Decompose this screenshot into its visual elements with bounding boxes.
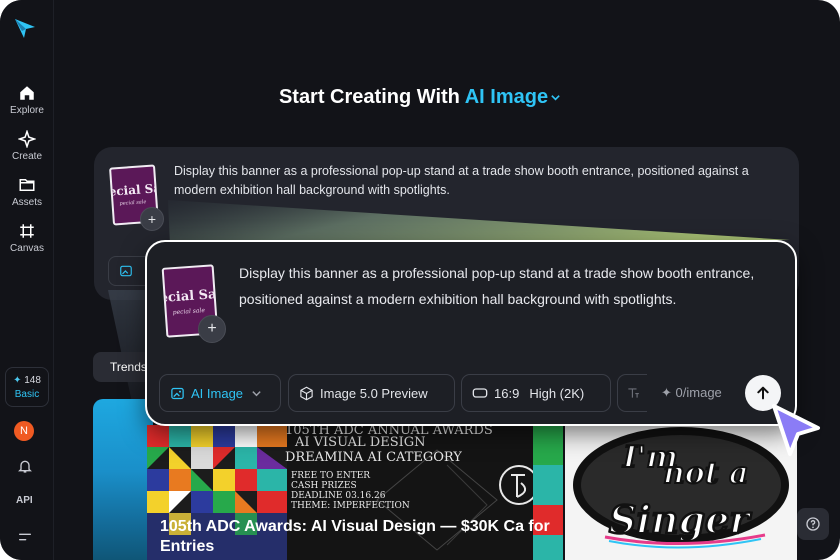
sidebar-item-create[interactable]: Create <box>0 130 54 170</box>
sparkle-icon <box>18 130 36 148</box>
api-link[interactable]: API <box>16 495 33 506</box>
adc-details-line2: CASH PRIZES <box>291 481 357 491</box>
help-icon <box>806 517 820 531</box>
mode-selector-label: AI Image <box>464 86 549 108</box>
adc-card-title: 105th ADC Awards: AI Visual Design — $30… <box>160 518 550 555</box>
credits-count-row: ✦ 148 <box>13 375 41 386</box>
image-icon <box>171 387 184 399</box>
thumbnail-subtext: pecial sale <box>119 199 147 208</box>
send-button[interactable] <box>745 375 781 411</box>
help-button[interactable] <box>797 508 829 540</box>
credits-badge[interactable]: ✦ 148 Basic <box>5 367 49 407</box>
model-selector[interactable]: Image 5.0 Preview <box>288 374 455 412</box>
chevron-down-icon <box>551 95 560 101</box>
bell-icon[interactable] <box>17 458 33 474</box>
credits-count: 148 <box>24 374 41 386</box>
cube-icon <box>300 386 313 400</box>
model-selector-label: Image 5.0 Preview <box>320 385 428 401</box>
sidebar-item-canvas[interactable]: Canvas <box>0 222 54 262</box>
adc-details-line1: FREE TO ENTER <box>291 471 371 481</box>
chevron-down-icon <box>252 390 261 396</box>
sidebar: Explore Create Assets Canvas ✦ 148 Basic… <box>0 0 54 560</box>
aspect-ratio-icon <box>472 388 488 398</box>
menu-icon[interactable] <box>17 529 33 545</box>
prompt-input[interactable]: Display this banner as a professional po… <box>239 261 779 312</box>
adc-details-line3: DEADLINE 03.16.26 <box>291 491 386 501</box>
frame-icon <box>20 224 34 238</box>
folder-icon <box>19 179 35 191</box>
aspect-ratio-label: 16:9 <box>494 385 520 401</box>
gallery-card-adc[interactable]: 105TH ADC ANNUAL AWARDS AI VISUAL DESIGN… <box>147 425 563 560</box>
cost-label: 0/image <box>675 385 722 400</box>
add-reference-button[interactable]: + <box>140 207 164 231</box>
cost-indicator: ✦ 0/image <box>661 385 722 401</box>
page-title: Start Creating With AI Image <box>0 86 840 109</box>
prompt-card: ecial Sa pecial sale + Display this bann… <box>145 240 797 426</box>
aspect-quality-selector[interactable]: 16:9 High (2K) <box>461 374 611 412</box>
thumbnail-text: ecial Sa <box>109 181 159 199</box>
mode-dropdown-label: AI Image <box>191 385 244 401</box>
sticker-line2: not a <box>663 456 749 491</box>
sidebar-item-assets[interactable]: Assets <box>0 176 54 216</box>
app-window: Explore Create Assets Canvas ✦ 148 Basic… <box>0 0 840 560</box>
plus-icon: + <box>207 320 217 337</box>
add-reference-button[interactable]: + <box>198 315 226 343</box>
sparkle-icon: ✦ <box>661 385 672 400</box>
logo-icon[interactable] <box>13 16 37 40</box>
text-icon <box>628 388 639 398</box>
adc-details-line4: THEME: IMPERFECTION <box>291 501 410 511</box>
mode-dropdown[interactable]: AI Image <box>159 374 281 412</box>
plan-label: Basic <box>14 388 40 400</box>
arrow-up-icon <box>757 386 769 400</box>
image-icon <box>120 265 132 277</box>
quality-label: High (2K) <box>529 385 585 401</box>
text-style-button[interactable] <box>617 374 647 412</box>
sticker-line3: Singer <box>609 497 752 542</box>
prompt-text: Display this banner as a professional po… <box>174 164 749 197</box>
thumbnail-text: ecial Sa <box>161 287 217 307</box>
adc-header-line2: AI VISUAL DESIGN <box>295 435 426 450</box>
thumbnail-subtext: pecial sale <box>172 306 206 317</box>
mode-selector[interactable]: AI Image <box>465 86 561 108</box>
sparkle-icon: ✦ <box>13 374 22 386</box>
sticker-artwork: I'm not a Singer <box>573 427 789 549</box>
plus-icon: + <box>147 211 157 227</box>
page-title-prefix: Start Creating With <box>278 86 460 108</box>
gallery-card-sticker[interactable]: I'm not a Singer <box>565 425 797 560</box>
adc-header-line3: DREAMINA AI CATEGORY <box>285 450 462 465</box>
sidebar-item-label: Canvas <box>10 243 44 254</box>
sidebar-item-label: Create <box>11 151 42 162</box>
gallery-card-ocean[interactable] <box>93 399 153 560</box>
sidebar-item-label: Assets <box>11 197 42 208</box>
avatar[interactable]: N <box>14 421 34 441</box>
